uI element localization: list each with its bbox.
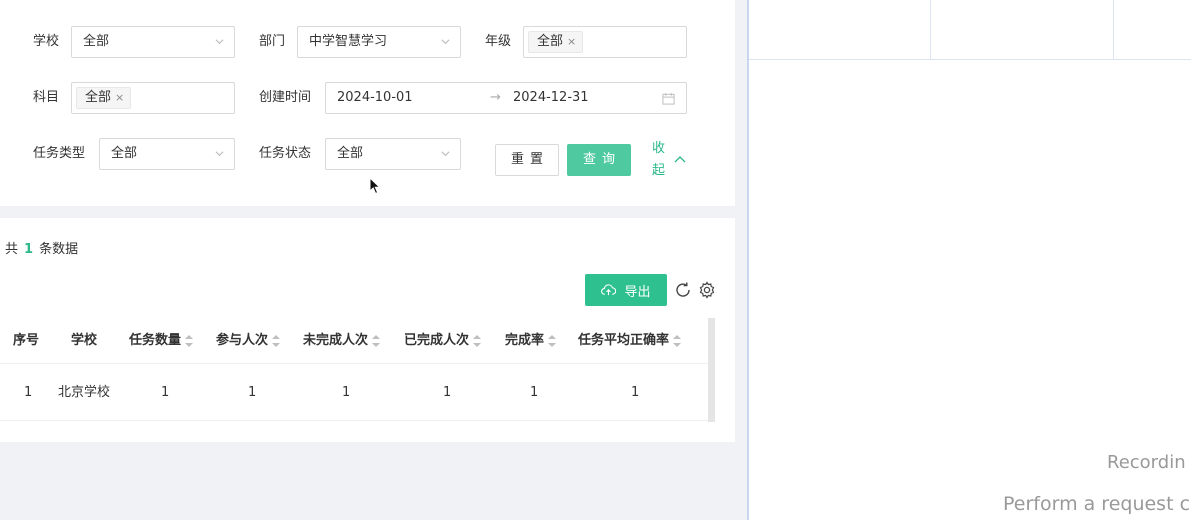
grade-multiselect[interactable]: 全部 × xyxy=(523,26,687,58)
start-date-input[interactable]: 2024-10-01 xyxy=(337,90,413,106)
sort-icon[interactable] xyxy=(673,334,682,347)
count-number: 1 xyxy=(24,242,34,257)
table-cell: 1 xyxy=(631,385,640,400)
task-type-label: 任务类型 xyxy=(33,146,86,161)
table-header: 序号 学校 任务数量 参与人次 未完成人次 已完成人次 完成率 任务平均正确率 xyxy=(0,318,708,364)
column-header-sortable[interactable]: 已完成人次 xyxy=(404,332,482,350)
sort-icon[interactable] xyxy=(473,334,482,347)
recording-message: Recordin xyxy=(1107,452,1186,473)
table-row: 1 北京学校 1 1 1 1 1 1 xyxy=(0,365,708,421)
cloud-upload-icon xyxy=(601,284,617,296)
subject-tag: 全部 × xyxy=(76,87,132,109)
task-status-select[interactable]: 全部 xyxy=(325,138,461,170)
collapse-toggle[interactable]: 收 起 xyxy=(652,138,665,182)
task-status-label: 任务状态 xyxy=(259,146,312,161)
department-select[interactable]: 中学智慧学习 xyxy=(297,26,461,58)
sort-icon[interactable] xyxy=(185,334,194,347)
column-header: 序号 xyxy=(13,333,40,348)
subject-label: 科目 xyxy=(33,90,60,105)
sort-icon[interactable] xyxy=(548,334,557,347)
column-divider xyxy=(930,0,931,60)
end-date-input[interactable]: 2024-12-31 xyxy=(513,90,589,106)
count-prefix: 共 xyxy=(5,242,19,257)
devtools-panel: Recordin Perform a request c xyxy=(747,0,1191,520)
chevron-down-icon xyxy=(441,39,450,45)
table-cell: 北京学校 xyxy=(58,385,111,400)
column-header: 学校 xyxy=(71,333,98,348)
school-select[interactable]: 全部 xyxy=(71,26,235,58)
table-cell: 1 xyxy=(342,385,351,400)
chevron-down-icon xyxy=(215,39,224,45)
column-header-sortable[interactable]: 参与人次 xyxy=(216,332,281,350)
filter-panel: 学校 全部 部门 中学智慧学习 年级 全部 × 科目 全部 × 创建时间 202… xyxy=(0,0,735,206)
column-header-sortable[interactable]: 未完成人次 xyxy=(303,332,381,350)
export-button[interactable]: 导出 xyxy=(585,274,667,306)
collapse-label-bottom: 起 xyxy=(652,163,666,178)
table-cell: 1 xyxy=(248,385,257,400)
task-status-select-value: 全部 xyxy=(337,146,364,161)
school-select-value: 全部 xyxy=(83,34,110,49)
created-time-label: 创建时间 xyxy=(259,90,312,105)
export-label: 导出 xyxy=(624,284,651,300)
subject-multiselect[interactable]: 全部 × xyxy=(71,82,235,114)
subject-tag-label: 全部 xyxy=(85,90,112,105)
task-type-select[interactable]: 全部 xyxy=(99,138,235,170)
count-suffix: 条数据 xyxy=(39,242,79,257)
sort-icon[interactable] xyxy=(372,334,381,347)
devtools-header xyxy=(749,0,1191,60)
task-type-select-value: 全部 xyxy=(111,146,138,161)
grade-label: 年级 xyxy=(485,34,512,49)
chevron-down-icon xyxy=(215,151,224,157)
reset-button[interactable]: 重置 xyxy=(495,144,559,176)
school-label: 学校 xyxy=(33,34,60,49)
query-button[interactable]: 查询 xyxy=(567,144,631,176)
table-scrollbar[interactable] xyxy=(708,318,715,422)
result-count: 共 1 条数据 xyxy=(5,238,78,257)
department-label: 部门 xyxy=(259,34,286,49)
column-divider xyxy=(1113,0,1114,60)
chevron-up-icon[interactable] xyxy=(674,155,686,165)
sort-icon[interactable] xyxy=(272,334,281,347)
refresh-icon[interactable] xyxy=(674,281,692,299)
recording-hint: Perform a request c xyxy=(1003,493,1191,515)
grade-tag-label: 全部 xyxy=(537,34,564,49)
table-cell: 1 xyxy=(530,385,539,400)
date-range-separator: → xyxy=(490,90,501,105)
close-icon[interactable]: × xyxy=(115,88,124,108)
table-cell: 1 xyxy=(161,385,170,400)
gear-icon[interactable] xyxy=(698,281,716,299)
results-panel: 共 1 条数据 导出 序号 学校 任务数量 参与人次 未完成人次 已完成人次 完成率… xyxy=(0,218,735,442)
column-header-sortable[interactable]: 任务数量 xyxy=(129,332,194,350)
main-pane: 学校 全部 部门 中学智慧学习 年级 全部 × 科目 全部 × 创建时间 202… xyxy=(0,0,747,520)
department-select-value: 中学智慧学习 xyxy=(309,34,388,49)
chevron-down-icon xyxy=(441,151,450,157)
table-cell: 1 xyxy=(443,385,452,400)
table-cell: 1 xyxy=(24,385,33,400)
date-range-picker[interactable]: 2024-10-01 → 2024-12-31 xyxy=(325,82,687,114)
close-icon[interactable]: × xyxy=(567,32,576,52)
grade-tag: 全部 × xyxy=(528,31,584,53)
collapse-label-top: 收 xyxy=(652,141,666,156)
column-header-sortable[interactable]: 任务平均正确率 xyxy=(578,332,682,350)
mouse-cursor-icon xyxy=(369,177,381,195)
column-header-sortable[interactable]: 完成率 xyxy=(505,332,557,350)
calendar-icon xyxy=(662,92,675,105)
